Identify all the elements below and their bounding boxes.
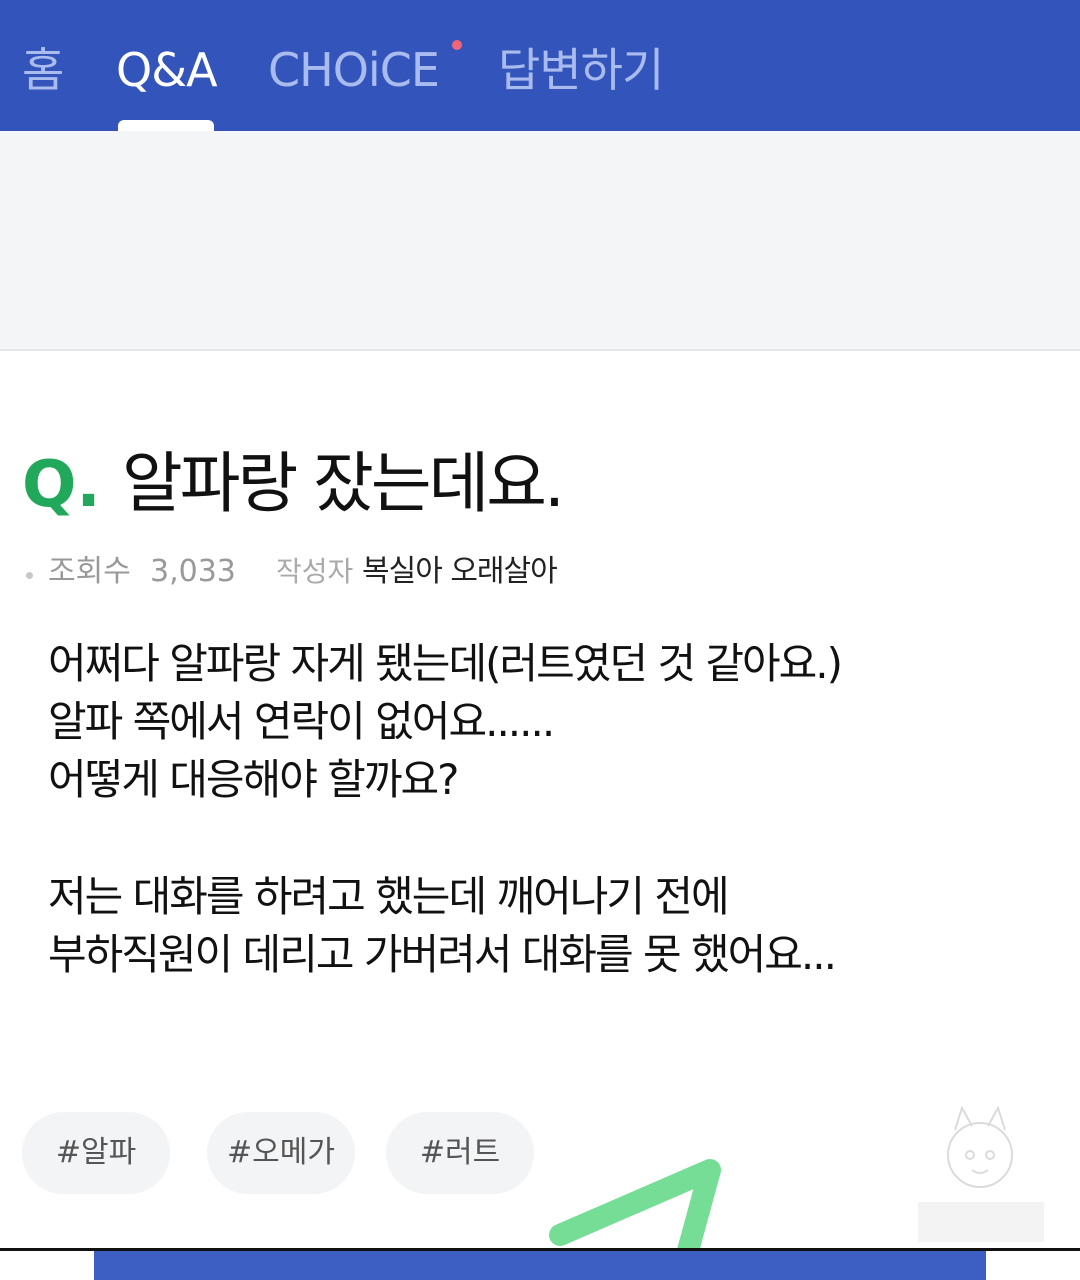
banner-area bbox=[0, 131, 1080, 351]
views-label: 조회수 bbox=[48, 554, 131, 589]
tab-answer[interactable]: 답변하기 bbox=[498, 40, 664, 100]
watermark-mascot bbox=[918, 1105, 1044, 1242]
tab-home[interactable]: 홈 bbox=[22, 40, 64, 100]
question-body-paragraph-1: 어쩌다 알파랑 자게 됐는데(러트였던 것 같아요.) 알파 쪽에서 연락이 없… bbox=[48, 639, 843, 804]
tag-chip[interactable]: #오메가 bbox=[207, 1112, 355, 1194]
views-count: 3,033 bbox=[150, 554, 236, 589]
top-nav-bar: 홈 Q&A CHOiCE 답변하기 bbox=[0, 0, 1080, 131]
author-name[interactable]: 복실아 오래살아 bbox=[362, 552, 558, 592]
question-body-paragraph-2: 저는 대화를 하려고 했는데 깨어나기 전에 부하직원이 데리고 가버려서 대화… bbox=[48, 872, 837, 979]
question-mark-label: Q. bbox=[22, 448, 101, 522]
new-indicator-dot bbox=[452, 40, 462, 50]
tag-chip[interactable]: #알파 bbox=[22, 1112, 170, 1194]
meta-bullet-icon bbox=[26, 572, 33, 579]
active-tab-underline bbox=[118, 120, 214, 131]
tab-qa[interactable]: Q&A bbox=[116, 40, 218, 100]
tag-chip[interactable]: #러트 bbox=[386, 1112, 534, 1194]
tab-choice[interactable]: CHOiCE bbox=[268, 40, 440, 100]
bottom-nav-preview bbox=[94, 1251, 986, 1280]
author-label: 작성자 bbox=[276, 555, 354, 588]
question-title: 알파랑 잤는데요. bbox=[122, 445, 565, 522]
